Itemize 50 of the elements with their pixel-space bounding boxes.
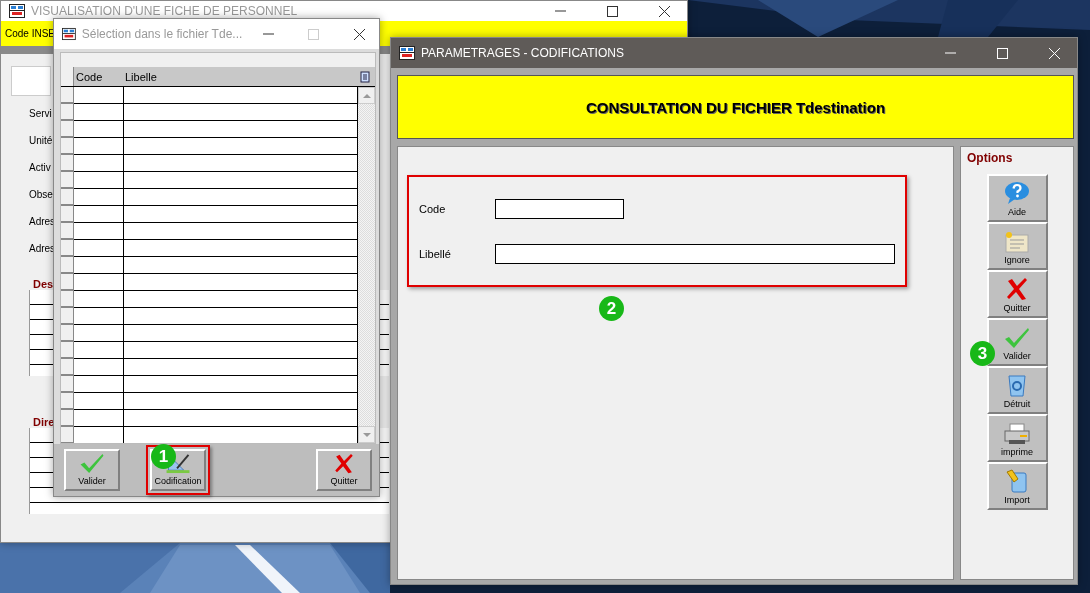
window-title: VISUALISATION D'UNE FICHE DE PERSONNEL: [31, 4, 299, 18]
page-heading: CONSULTATION DU FICHIER Tdestination: [397, 75, 1074, 139]
app-icon: [62, 27, 76, 41]
up-arrow-icon: [362, 93, 371, 98]
field-label: Activ: [29, 162, 51, 174]
column-header: Code: [75, 70, 104, 83]
input-field[interactable]: [495, 198, 624, 219]
close-icon[interactable]: [353, 28, 365, 40]
app-icon: [9, 4, 25, 18]
ignore-button[interactable]: Ignore: [986, 222, 1048, 270]
help-button[interactable]: Aide: [986, 174, 1048, 222]
field-label: Libellé: [419, 247, 452, 260]
trash-icon: [1007, 373, 1027, 397]
import-button[interactable]: Import: [986, 462, 1048, 510]
print-button[interactable]: imprime: [986, 414, 1048, 462]
section-title: Des: [33, 278, 54, 290]
quitter-button[interactable]: Quitter: [986, 270, 1048, 318]
column-header: Libelle: [124, 70, 158, 83]
scrollbar[interactable]: [358, 87, 375, 443]
import-icon: [1006, 469, 1028, 493]
valider-button[interactable]: Valider: [986, 318, 1048, 366]
checkmark-icon: [79, 453, 105, 474]
input-field[interactable]: [495, 243, 895, 264]
checkmark-icon: [1004, 327, 1030, 349]
down-arrow-icon: [362, 432, 371, 437]
trash-button[interactable]: Détruit: [986, 366, 1048, 414]
document-icon: [1004, 231, 1030, 253]
field-label: Obse: [29, 189, 53, 201]
minimize-icon[interactable]: [554, 10, 566, 12]
app-icon: [399, 46, 415, 60]
panel-title: Options: [966, 151, 1013, 165]
quitter-button[interactable]: Quitter: [316, 449, 372, 491]
close-icon[interactable]: [658, 5, 670, 17]
maximize-icon[interactable]: [606, 5, 618, 17]
field-label: Unité: [29, 135, 53, 147]
cross-icon: [332, 453, 356, 474]
window-title: PARAMETRAGES - CODIFICATIONS: [421, 46, 625, 60]
printer-icon: [1004, 423, 1030, 445]
help-icon: [1004, 181, 1030, 205]
cross-icon: [1005, 277, 1029, 301]
column-chooser-icon[interactable]: [360, 70, 370, 83]
row-selector-column[interactable]: [61, 87, 74, 443]
field-label: Servi: [29, 108, 52, 120]
minimize-icon[interactable]: [262, 33, 274, 35]
minimize-icon[interactable]: [944, 52, 956, 54]
field-label: Code INSE: [5, 28, 56, 39]
valider-button[interactable]: Valider: [64, 449, 120, 491]
section-title: Dire: [33, 416, 55, 428]
field-label: Code: [419, 202, 447, 215]
window-title: Sélection dans le fichier Tde...: [81, 27, 243, 41]
